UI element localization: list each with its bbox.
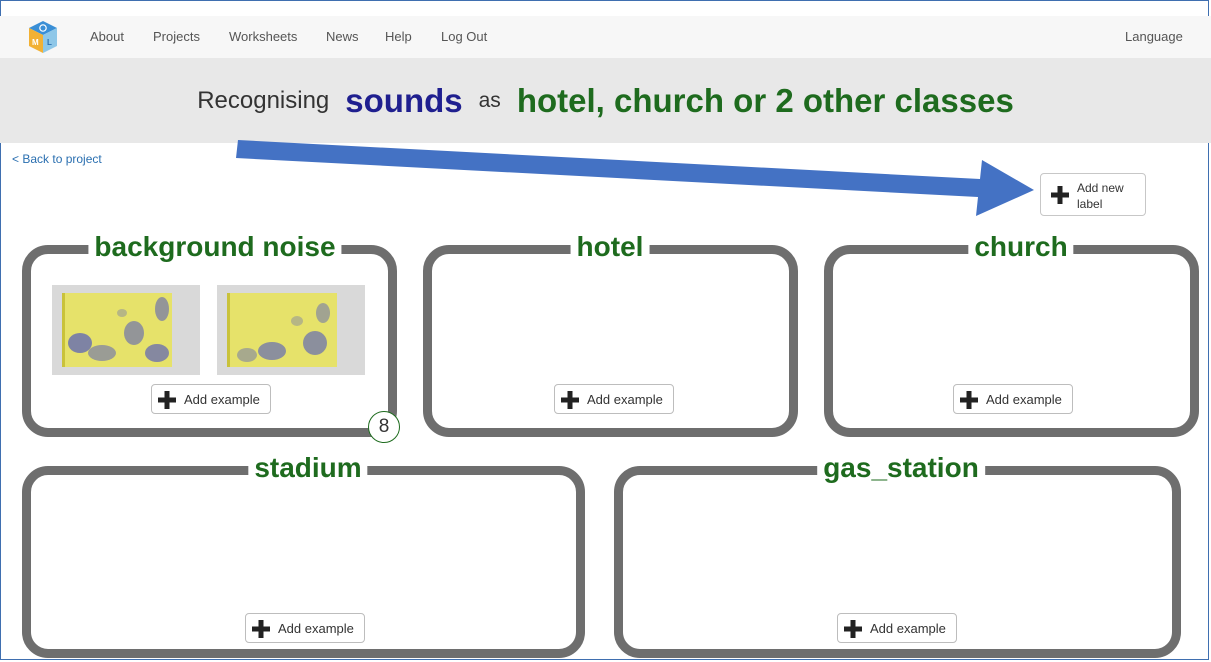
label-title: background noise [88, 230, 342, 264]
label-title: church [968, 230, 1074, 264]
add-example-button[interactable]: Add example [151, 384, 271, 414]
plus-icon [1051, 186, 1069, 204]
plus-icon [561, 391, 579, 409]
nav-language[interactable]: Language [1125, 29, 1183, 44]
label-box-gas-station: gas_station Add example [614, 451, 1181, 658]
cut-off-caption [0, 0, 1211, 4]
add-example-button[interactable]: Add example [953, 384, 1073, 414]
nav-help[interactable]: Help [385, 29, 412, 44]
add-example-button[interactable]: Add example [837, 613, 957, 643]
add-example-text: Add example [587, 392, 663, 407]
spectrogram-icon [227, 293, 337, 367]
label-box-background-noise: background noise Add example [22, 230, 397, 437]
label-title: stadium [248, 451, 368, 485]
nav-projects[interactable]: Projects [153, 29, 200, 44]
title-prefix: Recognising [197, 86, 330, 114]
svg-text:L: L [47, 38, 52, 47]
nav-worksheets[interactable]: Worksheets [229, 29, 297, 44]
project-header: Recognising sounds as hotel, church or 2… [0, 58, 1211, 143]
nav-about[interactable]: About [90, 29, 124, 44]
add-example-text: Add example [278, 621, 354, 636]
add-new-label-text: Add new label [1077, 181, 1124, 211]
label-box-stadium: stadium Add example [22, 451, 585, 658]
navbar: M L About Projects Worksheets News Help … [0, 16, 1211, 59]
project-title: Recognising sounds as hotel, church or 2… [0, 58, 1211, 143]
spectrogram-icon [62, 293, 172, 367]
spectrogram-thumbnail[interactable] [217, 285, 365, 375]
plus-icon [844, 620, 862, 638]
add-example-button[interactable]: Add example [554, 384, 674, 414]
add-example-text: Add example [870, 621, 946, 636]
title-connector: as [478, 88, 501, 112]
title-data-type: sounds [345, 81, 463, 119]
label-box-hotel: hotel Add example [423, 230, 798, 437]
ml-logo-icon[interactable]: M L [28, 20, 58, 54]
label-title: hotel [570, 230, 650, 264]
add-example-text: Add example [986, 392, 1062, 407]
add-new-label-button[interactable]: Add new label [1040, 173, 1146, 216]
nav-news[interactable]: News [326, 29, 359, 44]
plus-icon [158, 391, 176, 409]
label-title: gas_station [817, 451, 985, 485]
add-example-button[interactable]: Add example [245, 613, 365, 643]
back-to-project-link[interactable]: < Back to project [12, 152, 102, 166]
nav-log-out[interactable]: Log Out [441, 29, 487, 44]
title-classes: hotel, church or 2 other classes [516, 81, 1014, 119]
plus-icon [960, 391, 978, 409]
label-box-church: church Add example [824, 230, 1199, 437]
spectrogram-thumbnail[interactable] [52, 285, 200, 375]
svg-text:M: M [32, 38, 39, 47]
example-count-badge: 8 [368, 411, 400, 443]
add-example-text: Add example [184, 392, 260, 407]
plus-icon [252, 620, 270, 638]
